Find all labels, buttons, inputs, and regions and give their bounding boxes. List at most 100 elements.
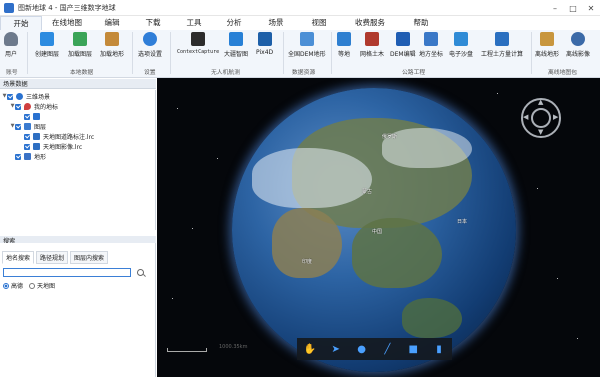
group-divider — [531, 32, 532, 74]
menu-online-map[interactable]: 在线地图 — [42, 16, 92, 30]
west-arrow-icon[interactable]: ◀ — [523, 113, 528, 121]
polygon-icon[interactable]: ■ — [407, 343, 419, 355]
radio-gaode[interactable] — [3, 282, 9, 289]
maximize-button[interactable]: □ — [564, 0, 582, 16]
radio-gaode-label: 高德 — [11, 283, 24, 290]
search-input[interactable] — [3, 268, 131, 277]
line-icon[interactable]: ╱ — [381, 343, 393, 355]
tree-label: 地形 — [34, 154, 47, 161]
menu-help[interactable]: 帮助 — [400, 16, 442, 30]
earthwork-calc-button[interactable]: 工程土方量计算 — [481, 32, 523, 58]
group-road-label: 公路工程 — [402, 70, 426, 76]
pix4d-button[interactable]: Pix4D — [256, 32, 273, 56]
offline-image-button[interactable]: 离线影像 — [566, 32, 590, 58]
tree-row[interactable]: ▼ 图层 — [10, 122, 46, 131]
pix4d-icon — [257, 32, 272, 46]
offline-terrain-button[interactable]: 离线地形 — [535, 32, 559, 58]
compass-center[interactable] — [531, 108, 551, 128]
landmass — [352, 218, 442, 288]
close-button[interactable]: ✕ — [582, 0, 600, 16]
menu-analysis[interactable]: 分析 — [214, 16, 254, 30]
e-sandtable-button[interactable]: 电子沙盘 — [449, 32, 473, 58]
globe[interactable]: 中国 俄罗斯 蒙古 印度 日本 — [232, 88, 516, 372]
tree-label: 三维场景 — [26, 94, 51, 101]
tree-row[interactable]: ▼ 三维场景 — [2, 92, 50, 101]
checkbox[interactable] — [15, 103, 21, 110]
navigation-compass[interactable]: ▲ ▼ ◀ ▶ — [521, 98, 561, 138]
dajiang-button[interactable]: 大疆智图 — [224, 32, 248, 58]
east-arrow-icon[interactable]: ▶ — [553, 113, 558, 121]
load-terrain-button[interactable]: 加载地形 — [100, 32, 124, 58]
dem-edit-button[interactable]: DEM编辑 — [390, 32, 416, 58]
user-button[interactable]: 用户 — [4, 32, 18, 58]
menu-scene[interactable]: 场景 — [254, 16, 298, 30]
tree-row[interactable]: 天地图影像.lrc — [24, 142, 82, 151]
menu-view[interactable]: 视图 — [298, 16, 340, 30]
menu-download[interactable]: 下载 — [132, 16, 174, 30]
menu-start[interactable]: 开始 — [0, 16, 42, 30]
file-icon — [33, 133, 40, 140]
landmass — [272, 208, 342, 278]
placemark-icon[interactable]: ● — [356, 343, 368, 355]
tab-layer-search[interactable]: 图层内搜索 — [70, 251, 109, 264]
dem-icon — [299, 32, 314, 46]
tab-place-search[interactable]: 地名搜索 — [2, 251, 35, 264]
minimize-button[interactable]: – — [546, 0, 564, 16]
layer-icon — [24, 123, 31, 130]
menu-tools[interactable]: 工具 — [174, 16, 214, 30]
title-bar: 图新地球 4 - 国产三维数字地球 – □ ✕ — [0, 0, 600, 16]
menu-edit[interactable]: 编辑 — [92, 16, 132, 30]
globe-viewport[interactable]: 中国 俄罗斯 蒙古 印度 日本 ▲ ▼ ◀ ▶ 1000.35km ✋ ➤ ● … — [157, 78, 600, 377]
star — [217, 158, 218, 159]
checkbox[interactable] — [15, 153, 21, 160]
menu-paid-service[interactable]: 收费服务 — [340, 16, 400, 30]
landmass — [402, 298, 462, 338]
options-button[interactable]: 选项设置 — [138, 32, 162, 58]
context-capture-button[interactable]: ContextCapture — [177, 32, 219, 55]
national-dem-button[interactable]: 全国DEM地形 — [288, 32, 326, 58]
star — [172, 298, 173, 299]
checkbox[interactable] — [24, 143, 30, 150]
chart-icon[interactable]: ▮ — [433, 343, 445, 355]
checkbox[interactable] — [24, 133, 30, 140]
star — [192, 228, 193, 229]
group-account-label: 账号 — [6, 70, 18, 76]
group-divider — [283, 32, 284, 74]
ribbon-toolbar: 用户 账号 创建图层 加载图层 加载地形 本地数据 选项设置 设置 Contex… — [0, 30, 600, 78]
contour-button[interactable]: 等地 — [337, 32, 351, 58]
pointer-icon[interactable]: ➤ — [330, 343, 342, 355]
checkbox[interactable] — [15, 123, 21, 130]
tree-label: 天地图道路标注.lrc — [43, 134, 95, 141]
coords-icon — [424, 32, 438, 46]
dem-edit-icon — [395, 32, 410, 46]
search-icon[interactable] — [137, 269, 144, 276]
radio-tianditu[interactable] — [29, 282, 36, 289]
checkbox[interactable] — [7, 93, 13, 100]
tree-row[interactable] — [24, 112, 43, 121]
tree-row[interactable]: 地形 — [10, 152, 46, 161]
map-coords-button[interactable]: 地方坐标 — [419, 32, 443, 58]
south-arrow-icon[interactable]: ▼ — [538, 128, 543, 136]
menu-bar: 开始 在线地图 编辑 下载 工具 分析 场景 视图 收费服务 帮助 — [0, 16, 600, 30]
group-divider — [331, 32, 332, 74]
north-arrow-icon[interactable]: ▲ — [538, 98, 543, 106]
tree-row[interactable]: ▼ 我的地标 — [10, 102, 58, 111]
checkbox[interactable] — [24, 113, 30, 120]
tab-route-plan[interactable]: 路径规划 — [36, 251, 69, 264]
terrain-icon — [24, 153, 31, 160]
user-icon — [4, 32, 18, 46]
scale-text: 1000.35km — [219, 344, 248, 350]
create-layer-button[interactable]: 创建图层 — [35, 32, 59, 58]
hand-tool-icon[interactable]: ✋ — [304, 343, 316, 355]
offline-terrain-icon — [540, 32, 554, 46]
earthwork-button[interactable]: 网格土木 — [360, 32, 384, 58]
load-layer-button[interactable]: 加载图层 — [68, 32, 92, 58]
tree-row[interactable]: 天地图道路标注.lrc — [24, 132, 94, 141]
terrain-icon — [105, 32, 119, 46]
earthwork-icon — [365, 32, 379, 46]
map-label: 中国 — [372, 229, 383, 235]
file-icon — [33, 143, 40, 150]
star — [177, 108, 178, 109]
radio-tianditu-label: 天地图 — [37, 283, 56, 290]
gear-icon — [143, 32, 157, 46]
